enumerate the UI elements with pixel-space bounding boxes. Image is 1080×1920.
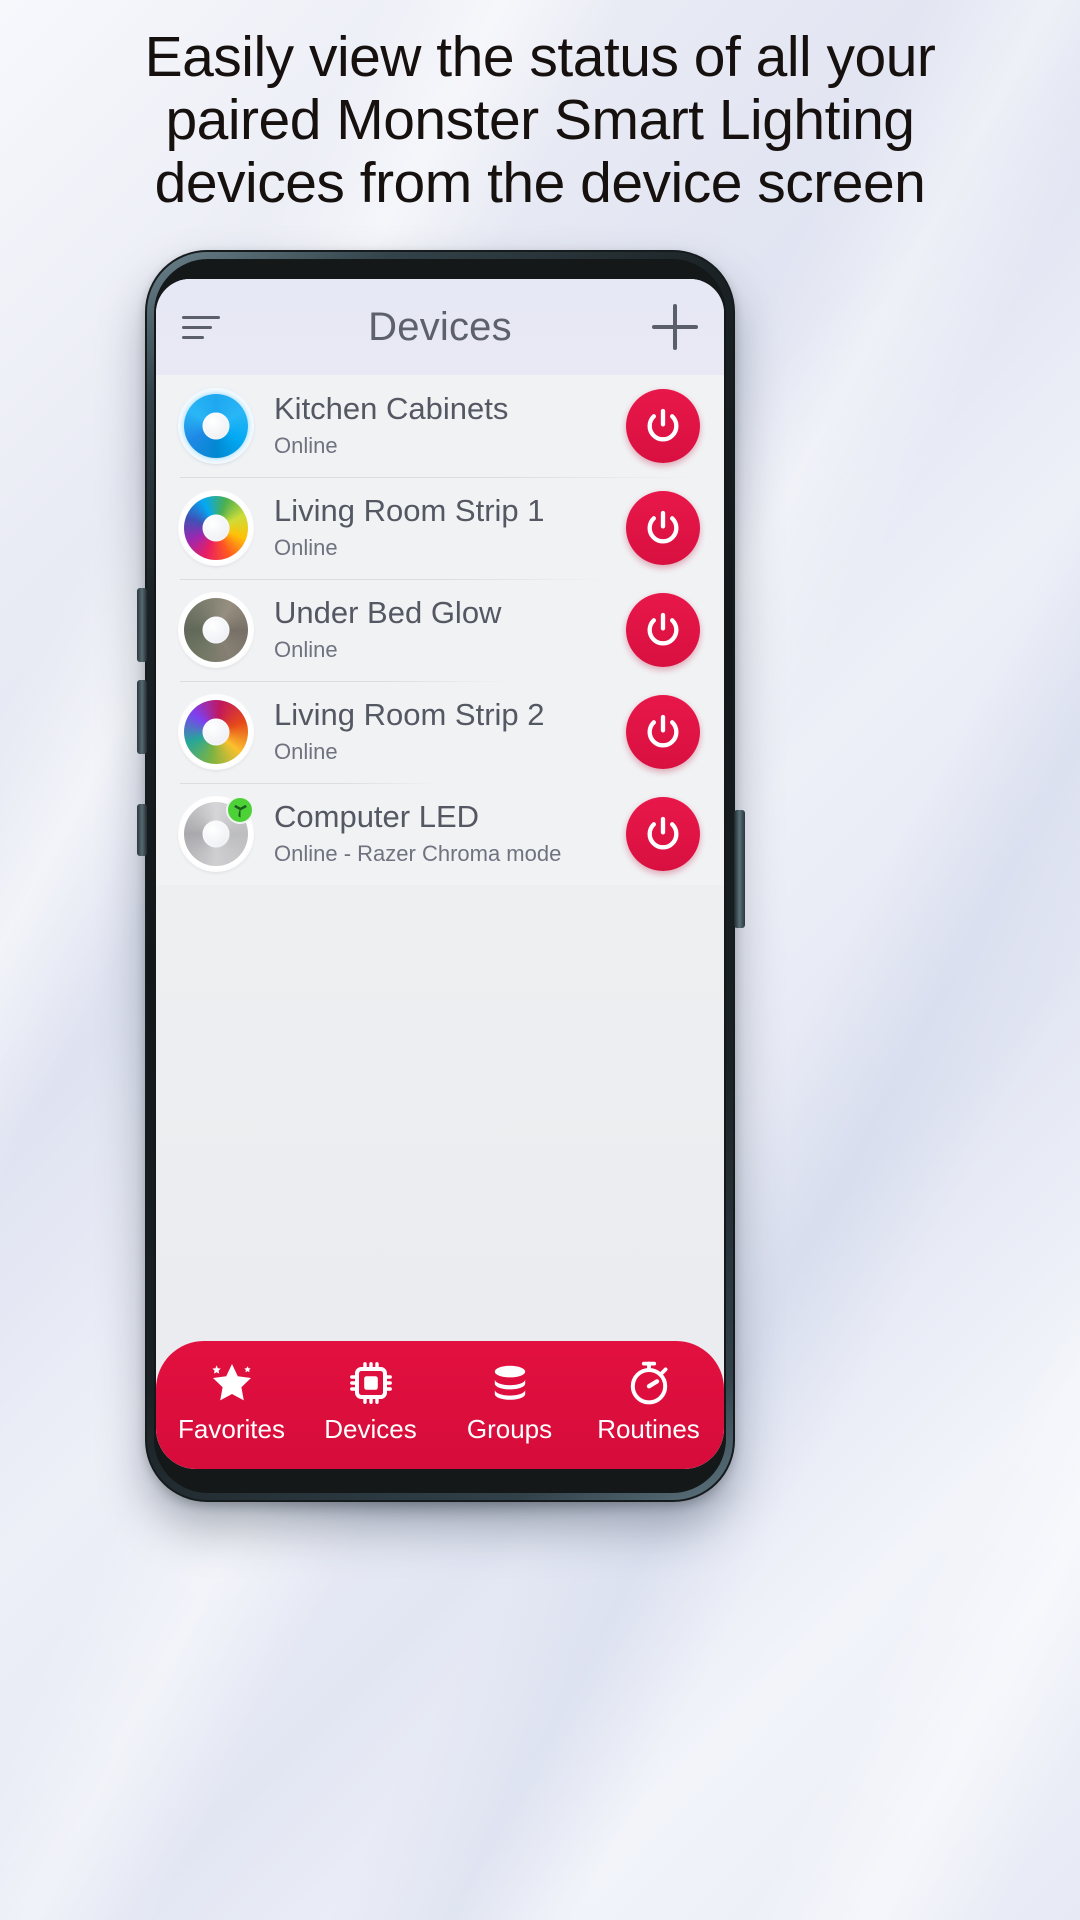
device-name: Kitchen Cabinets: [274, 391, 509, 426]
phone-mockup: Devices Kitchen Cabinets Online Living R…: [121, 240, 759, 1512]
device-status: Online - Razer Chroma mode: [274, 841, 562, 866]
volume-up-button[interactable]: [137, 588, 147, 662]
color-wheel-blue-icon[interactable]: [180, 390, 252, 462]
device-info: Computer LED Online - Razer Chroma mode: [274, 798, 626, 870]
tab-label: Groups: [466, 1414, 553, 1444]
power-icon[interactable]: [626, 389, 700, 463]
tab-favorites[interactable]: Favorites: [162, 1359, 301, 1443]
device-status: Online: [274, 739, 338, 764]
device-info: Kitchen Cabinets Online: [274, 390, 626, 462]
tab-label: Favorites: [178, 1414, 285, 1444]
star-icon: [211, 1364, 251, 1401]
device-name: Computer LED: [274, 799, 480, 834]
tab-devices[interactable]: Devices: [301, 1359, 440, 1443]
device-status: Online: [274, 535, 338, 560]
power-icon[interactable]: [626, 797, 700, 871]
bottom-navigation-bar: Favorites Devices Groups Routines: [156, 1341, 724, 1469]
razer-chroma-badge: [226, 796, 254, 824]
stopwatch-icon: [630, 1361, 667, 1405]
plus-icon[interactable]: [652, 304, 698, 350]
table-row[interactable]: Living Room Strip 2 Online: [156, 681, 724, 783]
headline-line-3: devices from the device screen: [154, 151, 926, 215]
stacked-disks-icon: [494, 1365, 525, 1400]
volume-down-button[interactable]: [137, 680, 147, 754]
device-status: Online: [274, 637, 338, 662]
device-name: Under Bed Glow: [274, 595, 502, 630]
tab-label: Devices: [324, 1414, 417, 1444]
tab-groups[interactable]: Groups: [440, 1359, 579, 1443]
device-info: Living Room Strip 2 Online: [274, 696, 626, 768]
color-wheel-rainbow-icon[interactable]: [180, 492, 252, 564]
table-row[interactable]: Living Room Strip 1 Online: [156, 477, 724, 579]
power-icon[interactable]: [626, 695, 700, 769]
device-name: Living Room Strip 2: [274, 697, 545, 732]
power-side-button[interactable]: [734, 810, 745, 928]
phone-screen: Devices Kitchen Cabinets Online Living R…: [156, 279, 724, 1469]
device-info: Under Bed Glow Online: [274, 594, 626, 666]
tab-label: Routines: [597, 1414, 700, 1444]
page-title: Easily view the status of all your paire…: [0, 26, 1080, 215]
device-list: Kitchen Cabinets Online Living Room Stri…: [156, 375, 724, 885]
tab-routines[interactable]: Routines: [579, 1359, 718, 1443]
color-wheel-muted-icon[interactable]: [180, 594, 252, 666]
color-wheel-grey-icon[interactable]: [180, 796, 254, 870]
headline-line-2: paired Monster Smart Lighting: [165, 88, 915, 152]
table-row[interactable]: Computer LED Online - Razer Chroma mode: [156, 783, 724, 885]
table-row[interactable]: Under Bed Glow Online: [156, 579, 724, 681]
device-status: Online: [274, 433, 338, 458]
chip-icon: [349, 1362, 392, 1404]
table-row[interactable]: Kitchen Cabinets Online: [156, 375, 724, 477]
headline-line-1: Easily view the status of all your: [144, 25, 936, 89]
device-name: Living Room Strip 1: [274, 493, 545, 528]
app-header: Devices: [156, 279, 724, 375]
hamburger-menu-icon[interactable]: [182, 311, 224, 343]
app-header-title: Devices: [368, 304, 512, 349]
power-icon[interactable]: [626, 491, 700, 565]
device-info: Living Room Strip 1 Online: [274, 492, 626, 564]
color-wheel-rainbow2-icon[interactable]: [180, 696, 252, 768]
power-icon[interactable]: [626, 593, 700, 667]
mute-switch[interactable]: [137, 804, 147, 856]
